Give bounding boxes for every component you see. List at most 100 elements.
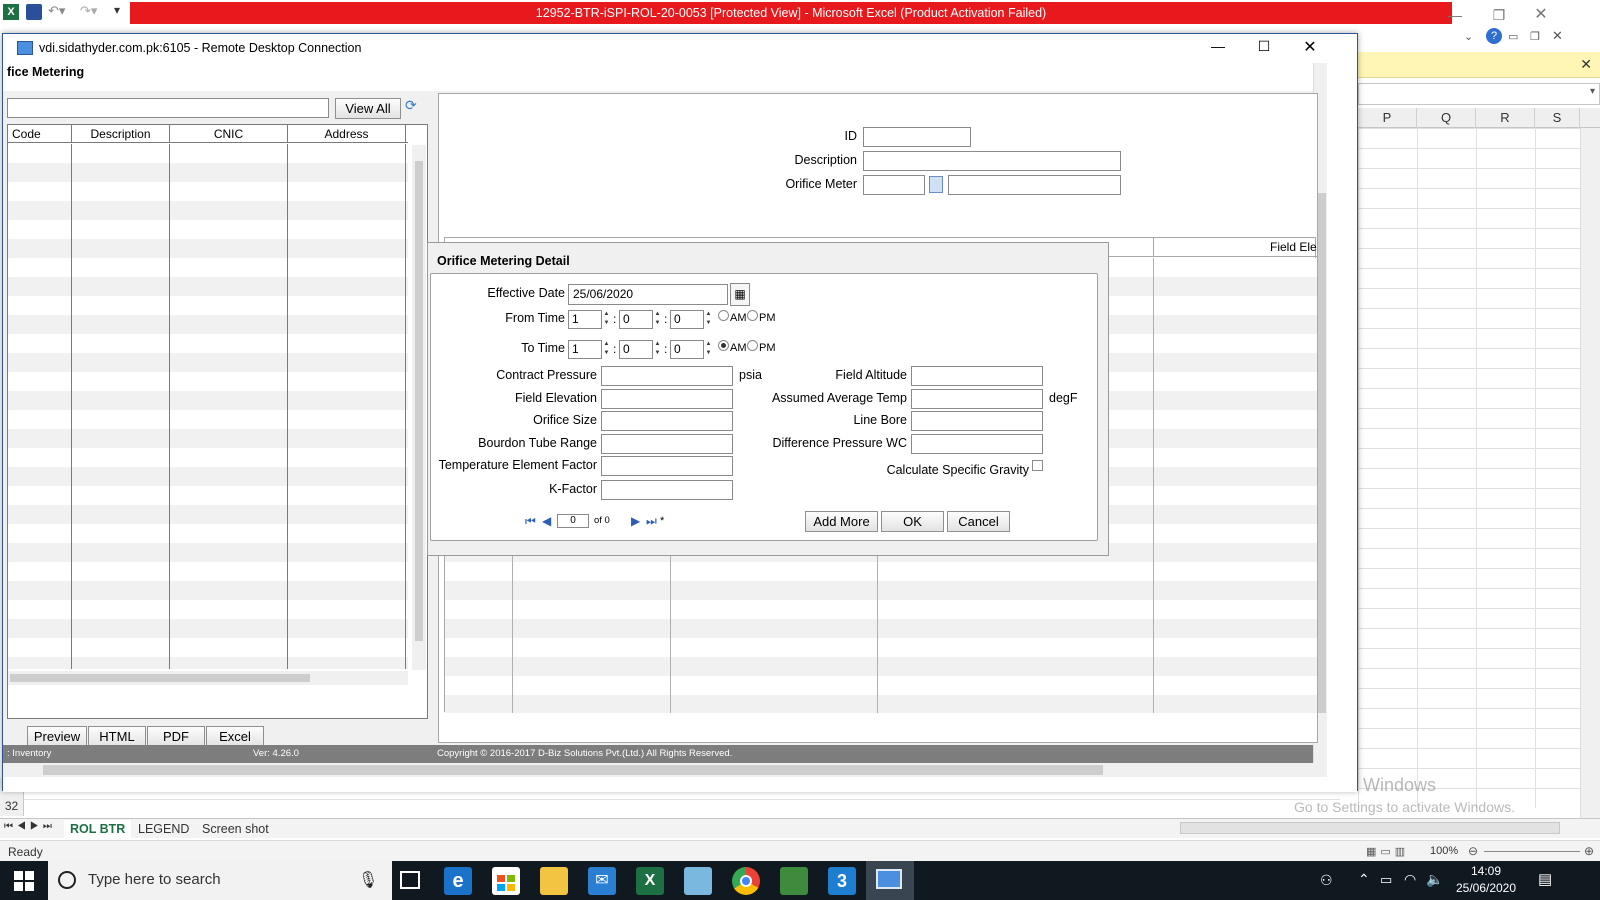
first-record-icon[interactable]: ⏮: [525, 514, 536, 529]
rdp-maximize-icon[interactable]: ☐: [1249, 38, 1279, 55]
windows-start-icon[interactable]: [14, 871, 34, 891]
excel-taskbar-icon[interactable]: X: [636, 867, 664, 895]
orifice-size-input[interactable]: [601, 411, 733, 431]
orifice-meter-name-input[interactable]: [948, 175, 1121, 195]
list-col-address[interactable]: Address: [288, 125, 406, 143]
view-all-button[interactable]: View All: [335, 98, 401, 119]
column-header[interactable]: Q: [1417, 108, 1476, 128]
html-button[interactable]: HTML: [88, 726, 146, 747]
from-minute-input[interactable]: 0: [619, 310, 653, 329]
detail-col-field-elevation[interactable]: Field Ele: [1153, 238, 1317, 257]
zoom-slider[interactable]: [1484, 851, 1580, 852]
view-icons[interactable]: ▦▭▥: [1366, 845, 1409, 858]
list-col-description[interactable]: Description: [72, 125, 170, 143]
notifications-icon[interactable]: ▤: [1538, 870, 1552, 888]
redo-icon[interactable]: ↷▾: [80, 3, 97, 19]
to-am-radio[interactable]: [718, 340, 729, 351]
store-icon[interactable]: [492, 867, 520, 895]
record-number-input[interactable]: 0: [557, 514, 589, 528]
orifice-meter-code-input[interactable]: [863, 175, 925, 195]
formula-expand-icon[interactable]: ▾: [1590, 86, 1595, 97]
excel-app-icon[interactable]: X: [3, 4, 19, 20]
show-hidden-icons[interactable]: ⌃: [1358, 871, 1370, 888]
list-grid-body[interactable]: [8, 144, 408, 669]
spreadsheet-app-icon[interactable]: [780, 867, 808, 895]
k-factor-input[interactable]: [601, 480, 733, 500]
previous-record-icon[interactable]: ◀: [542, 514, 551, 528]
column-header[interactable]: R: [1476, 108, 1535, 128]
last-record-icon[interactable]: ⏭: [646, 514, 657, 529]
wifi-icon[interactable]: ◠: [1404, 871, 1416, 888]
sheet-tab[interactable]: Screen shot: [196, 820, 275, 838]
calculate-specific-gravity-checkbox[interactable]: [1032, 460, 1043, 471]
worksheet-hscroll[interactable]: [1180, 822, 1560, 834]
list-hscroll[interactable]: [8, 671, 408, 685]
zoom-in-icon[interactable]: ⊕: [1584, 844, 1594, 858]
help-icon[interactable]: ?: [1486, 28, 1502, 44]
list-vscroll[interactable]: [412, 145, 426, 670]
to-pm-radio[interactable]: [747, 340, 758, 351]
preview-button[interactable]: Preview: [27, 726, 87, 747]
ribbon-collapse-icon[interactable]: ⌄: [1464, 30, 1473, 43]
column-header[interactable]: P: [1358, 108, 1417, 128]
rdp-hscroll[interactable]: [3, 763, 1327, 777]
zoom-level[interactable]: 100%: [1430, 845, 1458, 857]
restore-icon[interactable]: ❐: [1484, 4, 1514, 26]
from-hour-input[interactable]: 1: [568, 310, 602, 329]
minimize-icon[interactable]: —: [1440, 4, 1470, 26]
list-search-input[interactable]: [7, 98, 329, 118]
cancel-button[interactable]: Cancel: [947, 511, 1010, 532]
workbook-minimize-icon[interactable]: ▭: [1508, 30, 1518, 43]
sheet-tab[interactable]: ROL BTR: [64, 820, 132, 838]
file-explorer-icon[interactable]: [540, 867, 568, 895]
notes-app-icon[interactable]: [684, 867, 712, 895]
new-record-icon[interactable]: *: [660, 515, 664, 527]
save-icon[interactable]: [26, 4, 42, 20]
calendar-icon[interactable]: ▦: [730, 283, 750, 306]
taskbar-search-box[interactable]: Type here to search 🎙: [48, 861, 392, 900]
task-view-icon[interactable]: [400, 871, 420, 889]
contract-pressure-input[interactable]: [601, 366, 733, 386]
refresh-icon[interactable]: ⟳: [405, 97, 417, 114]
list-col-code[interactable]: Code: [8, 125, 72, 143]
from-hour-spinner[interactable]: ▲ ▼: [602, 310, 611, 329]
from-second-spinner[interactable]: ▲ ▼: [704, 310, 713, 329]
close-icon[interactable]: ✕: [1526, 4, 1556, 26]
temperature-element-factor-input[interactable]: [601, 456, 733, 476]
chrome-icon[interactable]: [732, 867, 760, 895]
orifice-meter-lookup-icon[interactable]: [929, 176, 943, 193]
zoom-out-icon[interactable]: ⊖: [1468, 844, 1478, 858]
from-am-radio[interactable]: [718, 310, 729, 321]
to-second-input[interactable]: 0: [670, 340, 704, 359]
next-record-icon[interactable]: ▶: [631, 514, 640, 528]
worksheet-vscroll[interactable]: [1580, 128, 1600, 818]
to-minute-input[interactable]: 0: [619, 340, 653, 359]
microphone-icon[interactable]: 🎙: [358, 870, 378, 890]
workbook-restore-icon[interactable]: ❐: [1530, 30, 1540, 43]
people-icon[interactable]: ⚇: [1320, 872, 1333, 889]
to-hour-input[interactable]: 1: [568, 340, 602, 359]
rdp-minimize-icon[interactable]: —: [1203, 38, 1233, 54]
from-pm-radio[interactable]: [747, 310, 758, 321]
battery-icon[interactable]: ▭: [1380, 872, 1392, 888]
customize-qat-icon[interactable]: ▾: [114, 3, 120, 17]
row-number[interactable]: 32: [0, 797, 24, 816]
formula-bar[interactable]: ▾: [1358, 83, 1600, 105]
add-more-button[interactable]: Add More: [805, 511, 878, 532]
pdf-button[interactable]: PDF: [147, 726, 205, 747]
sheet-tab[interactable]: LEGEND: [132, 820, 195, 838]
excel-button[interactable]: Excel: [206, 726, 264, 747]
list-grid[interactable]: Code Description CNIC Address: [7, 124, 428, 719]
column-header[interactable]: S: [1535, 108, 1580, 128]
bourdon-tube-range-input[interactable]: [601, 434, 733, 454]
volume-icon[interactable]: 🔈: [1426, 871, 1443, 888]
from-minute-spinner[interactable]: ▲ ▼: [653, 310, 662, 329]
edge-icon[interactable]: e: [444, 867, 472, 895]
undo-icon[interactable]: ↶▾: [48, 3, 65, 19]
to-second-spinner[interactable]: ▲ ▼: [704, 340, 713, 359]
list-col-cnic[interactable]: CNIC: [170, 125, 288, 143]
field-altitude-input[interactable]: [911, 366, 1043, 386]
difference-pressure-wc-input[interactable]: [911, 434, 1043, 454]
field-elevation-input[interactable]: [601, 389, 733, 409]
app-badge-icon[interactable]: 3: [828, 867, 856, 895]
